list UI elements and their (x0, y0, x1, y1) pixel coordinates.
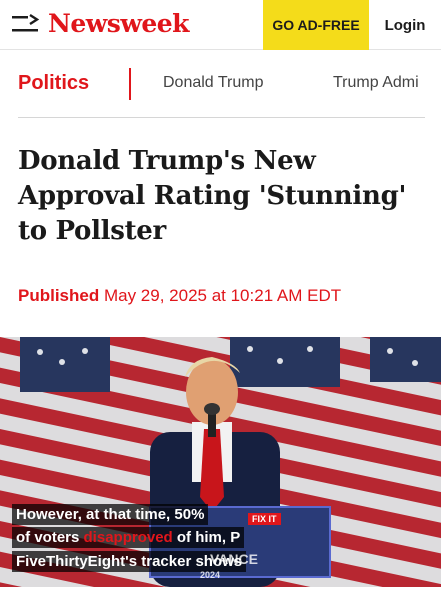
go-ad-free-button[interactable]: GO AD-FREE (263, 0, 369, 50)
caption-highlight: disapproved (83, 529, 173, 546)
login-button[interactable]: Login (369, 0, 441, 50)
article-video[interactable]: However, at that time, 50% of voters dis… (0, 337, 441, 587)
nav-divider (129, 68, 131, 100)
nav-item-donald-trump[interactable]: Donald Trump (163, 74, 264, 92)
menu-icon[interactable] (12, 14, 40, 34)
section-nav: Politics Donald Trump Trump Admi (0, 60, 441, 108)
nav-divider-line (18, 117, 425, 118)
video-caption-line-1: However, at that time, 50% (12, 504, 209, 525)
video-frame (0, 337, 441, 587)
publish-info: Published May 29, 2025 at 10:21 AM EDT (18, 286, 341, 306)
article-headline: Donald Trump's New Approval Rating 'Stun… (18, 146, 407, 246)
nav-item-trump-administration[interactable]: Trump Admi (333, 74, 419, 92)
podium-badge: FIX IT (248, 513, 281, 525)
podium-text: VANCE (210, 551, 258, 567)
caption-text: of him, P (172, 529, 241, 546)
caption-text: of voters (16, 529, 84, 546)
published-date: May 29, 2025 at 10:21 AM EDT (103, 286, 342, 305)
podium-year: 2024 (200, 570, 221, 580)
video-caption-line-2: of voters disapproved of him, P (12, 527, 245, 548)
nav-item-politics[interactable]: Politics (18, 72, 89, 95)
published-label: Published (18, 286, 100, 305)
newsweek-logo[interactable]: Newsweek (48, 9, 190, 38)
site-header: Newsweek GO AD-FREE Login (0, 0, 441, 50)
